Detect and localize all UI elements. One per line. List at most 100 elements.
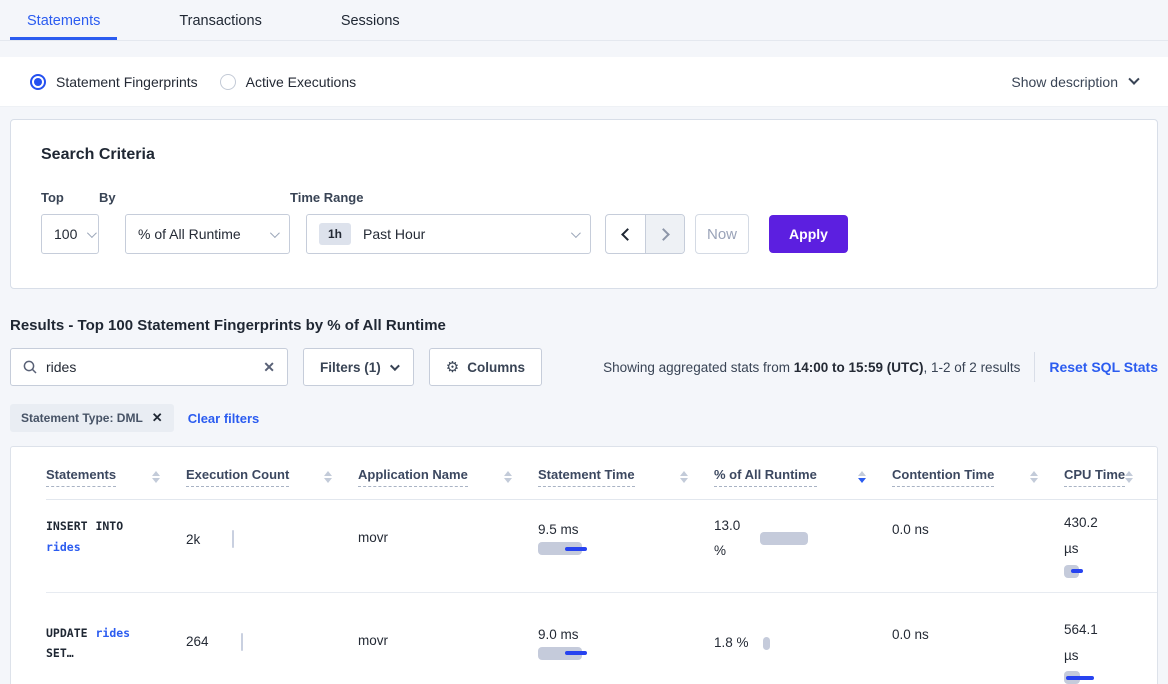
radio-label: Statement Fingerprints	[56, 74, 198, 90]
column-header-runtime-pct[interactable]: % of All Runtime	[714, 467, 892, 487]
chevron-right-icon	[657, 228, 670, 241]
statement-time-cell: 9.5 ms	[538, 522, 714, 555]
tab-sessions[interactable]: Sessions	[324, 0, 417, 40]
results-controls-row: ✕ Filters (1) ⚙ Columns Showing aggregat…	[10, 348, 1158, 386]
cpu-time-bar	[1064, 565, 1159, 578]
show-description-label: Show description	[1011, 74, 1118, 90]
column-header-application-name[interactable]: Application Name	[358, 467, 538, 487]
sort-icon-active-desc[interactable]	[858, 471, 866, 483]
filter-tag-label: Statement Type: DML	[21, 411, 143, 425]
runtime-pct-cell: 13.0 %	[714, 514, 892, 564]
next-time-button[interactable]	[645, 215, 684, 253]
tab-statements[interactable]: Statements	[10, 0, 117, 40]
cpu-time-bar	[1064, 671, 1159, 684]
view-radio-group: Statement Fingerprints Active Executions	[30, 74, 378, 90]
sort-icon[interactable]	[1125, 471, 1133, 483]
chevron-down-icon	[1128, 73, 1139, 84]
search-icon	[23, 360, 37, 374]
execution-count-cell: 264	[186, 633, 358, 651]
contention-time-cell: 0.0 ns	[892, 627, 1064, 642]
statement-time-bar	[538, 647, 714, 660]
vertical-divider	[1034, 352, 1035, 382]
chevron-left-icon	[621, 228, 634, 241]
top-select-value: 100	[54, 226, 77, 242]
stats-time-range: 14:00 to 15:59 (UTC)	[794, 360, 924, 375]
clear-filters-link[interactable]: Clear filters	[188, 411, 260, 426]
search-criteria-form: Top 100 By % of All Runtime Time Range 1…	[41, 190, 1127, 254]
column-header-execution-count[interactable]: Execution Count	[186, 467, 358, 487]
execution-count-bar	[241, 633, 243, 651]
chevron-down-icon	[571, 228, 581, 238]
clear-search-icon[interactable]: ✕	[263, 360, 275, 374]
search-input[interactable]	[46, 359, 263, 375]
columns-button[interactable]: ⚙ Columns	[429, 348, 542, 386]
columns-button-label: Columns	[467, 360, 525, 375]
radio-unselected-icon	[220, 74, 236, 90]
table-row: INSERT INTO rides 2k movr 9.5 ms 13.0 % …	[46, 500, 1157, 593]
execution-count-cell: 2k	[186, 530, 358, 548]
sort-icon[interactable]	[504, 471, 512, 483]
runtime-pct-bar	[760, 532, 808, 545]
aggregated-stats-text: Showing aggregated stats from 14:00 to 1…	[603, 360, 1020, 375]
time-range-value-wrap: 1h Past Hour	[319, 223, 425, 245]
sort-icon[interactable]	[1030, 471, 1038, 483]
statement-link[interactable]: rides	[46, 540, 81, 554]
statement-fingerprint: INSERT INTO rides	[46, 516, 150, 557]
chevron-down-icon	[390, 361, 400, 371]
statements-table-card: Statements Execution Count Application N…	[10, 446, 1158, 684]
radio-statement-fingerprints[interactable]: Statement Fingerprints	[30, 74, 198, 90]
sort-icon[interactable]	[324, 471, 332, 483]
column-header-contention-time[interactable]: Contention Time	[892, 467, 1064, 487]
top-tab-bar: Statements Transactions Sessions	[0, 0, 1168, 41]
previous-time-button[interactable]	[606, 215, 645, 253]
apply-button[interactable]: Apply	[769, 215, 848, 253]
search-box: ✕	[10, 348, 288, 386]
radio-label: Active Executions	[246, 74, 357, 90]
top-select[interactable]: 100	[41, 214, 99, 254]
show-description-toggle[interactable]: Show description	[1011, 74, 1138, 90]
application-name-cell: movr	[358, 633, 538, 648]
execution-count-bar	[232, 530, 234, 548]
table-row: UPDATE rides SET… 264 movr 9.0 ms 1.8 % …	[46, 593, 1157, 684]
remove-filter-icon[interactable]: ✕	[152, 410, 163, 426]
contention-time-cell: 0.0 ns	[892, 522, 1064, 537]
view-toggle-strip: Statement Fingerprints Active Executions…	[0, 57, 1168, 107]
column-header-statement-time[interactable]: Statement Time	[538, 467, 714, 487]
filters-button[interactable]: Filters (1)	[303, 348, 414, 386]
top-field: Top 100	[41, 190, 99, 254]
application-name-cell: movr	[358, 530, 538, 545]
statement-time-cell: 9.0 ms	[538, 627, 714, 660]
statement-link[interactable]: rides	[95, 626, 130, 640]
time-range-select[interactable]: 1h Past Hour	[306, 214, 591, 254]
time-range-label: Time Range	[290, 190, 591, 205]
cpu-time-cell: 430.2 µs	[1064, 510, 1159, 578]
filters-button-label: Filters (1)	[320, 360, 381, 375]
sort-icon[interactable]	[152, 471, 160, 483]
statement-time-bar	[538, 542, 714, 555]
now-button[interactable]: Now	[695, 214, 749, 254]
runtime-pct-cell: 1.8 %	[714, 631, 892, 656]
table-header-row: Statements Execution Count Application N…	[46, 467, 1157, 500]
by-select[interactable]: % of All Runtime	[125, 214, 290, 254]
radio-selected-icon	[30, 74, 46, 90]
search-criteria-card: Search Criteria Top 100 By % of All Runt…	[10, 119, 1158, 289]
cpu-time-cell: 564.1 µs	[1064, 617, 1159, 684]
search-criteria-title: Search Criteria	[41, 146, 1127, 164]
by-field-label: By	[99, 190, 290, 205]
column-header-cpu-time[interactable]: CPU Time	[1064, 467, 1159, 487]
tab-transactions[interactable]: Transactions	[162, 0, 278, 40]
by-select-value: % of All Runtime	[138, 226, 241, 242]
filter-tag-statement-type[interactable]: Statement Type: DML ✕	[10, 404, 174, 432]
time-range-badge: 1h	[319, 223, 351, 245]
top-field-label: Top	[41, 190, 99, 205]
by-field: By % of All Runtime	[99, 190, 290, 254]
results-heading: Results - Top 100 Statement Fingerprints…	[10, 317, 1158, 334]
radio-active-executions[interactable]: Active Executions	[220, 74, 357, 90]
time-range-field: Time Range 1h Past Hour	[290, 190, 591, 254]
reset-sql-stats-link[interactable]: Reset SQL Stats	[1049, 359, 1158, 375]
active-filters-row: Statement Type: DML ✕ Clear filters	[10, 404, 1158, 432]
sort-icon[interactable]	[680, 471, 688, 483]
column-header-statements[interactable]: Statements	[46, 467, 186, 487]
runtime-pct-bar	[763, 637, 770, 650]
time-range-value: Past Hour	[363, 226, 425, 242]
